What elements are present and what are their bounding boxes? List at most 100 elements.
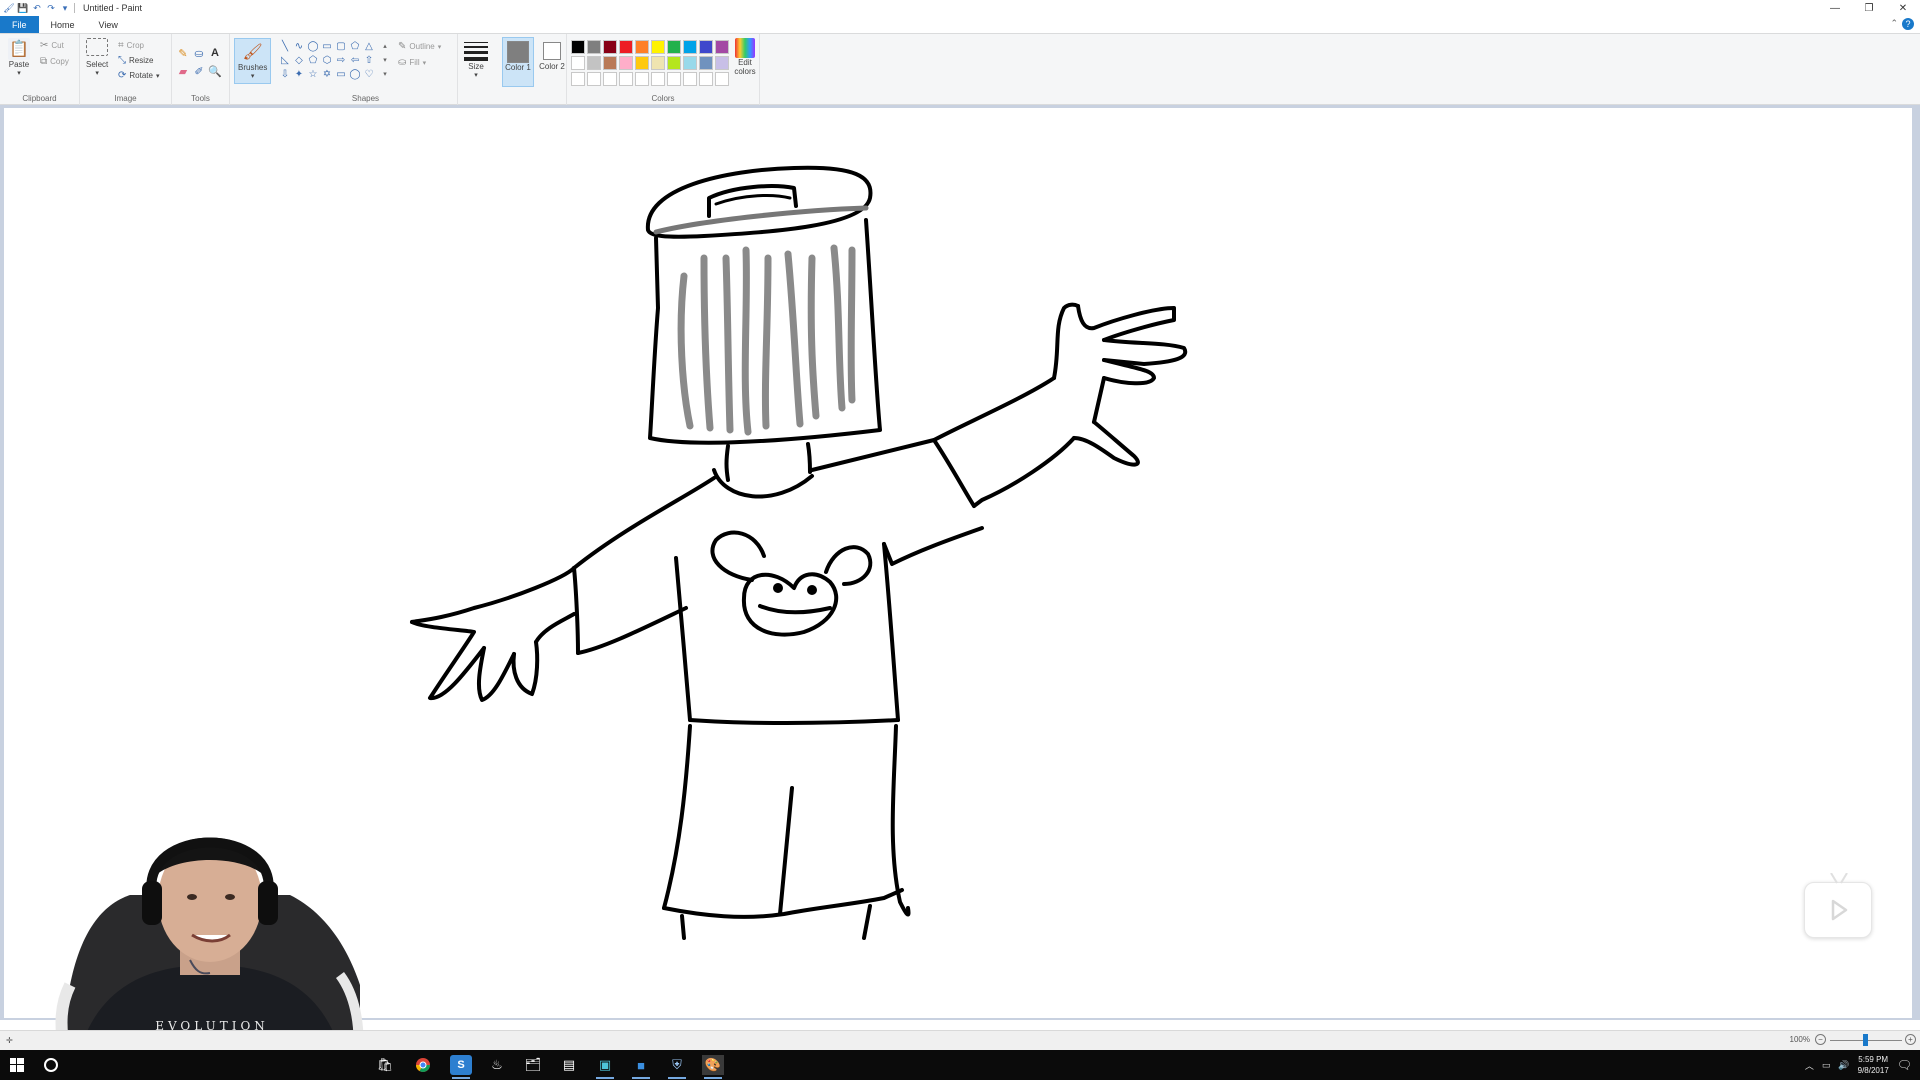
fill-button[interactable]: ⛀ Fill ▾ [398,57,426,68]
line-shape-icon[interactable]: ╲ [278,40,292,52]
curve-shape-icon[interactable]: ∿ [292,40,306,52]
undo-icon[interactable]: ↶ [32,3,42,13]
custom-color-slot[interactable] [683,72,697,86]
custom-color-slot[interactable] [667,72,681,86]
palette-swatch[interactable] [587,56,601,70]
fill-bucket-icon[interactable]: ⛀ [192,46,206,60]
custom-color-slot[interactable] [699,72,713,86]
up-arrow-shape-icon[interactable]: ⇧ [362,54,376,66]
custom-color-slot[interactable] [571,72,585,86]
copy-button[interactable]: ⧉ Copy [40,56,69,67]
palette-swatch[interactable] [603,56,617,70]
minimize-ribbon-icon[interactable]: ⌃ [1890,18,1898,29]
zoom-in-button[interactable]: + [1905,1034,1916,1045]
paste-button[interactable]: 📋 Paste ▾ [8,38,30,77]
rounded-rectangle-shape-icon[interactable]: ▢ [334,40,348,52]
custom-color-slot[interactable] [715,72,729,86]
help-icon[interactable]: ? [1902,18,1914,30]
brushes-button[interactable]: 🖌 Brushes ▾ [234,38,272,84]
save-icon[interactable]: 💾 [17,3,28,13]
magnifier-icon[interactable]: 🔍 [208,64,222,78]
polygon-shape-icon[interactable]: ⬠ [348,40,362,52]
six-point-star-shape-icon[interactable]: ✡ [320,68,334,80]
crop-button[interactable]: ⌗ Crop [118,40,144,51]
color2-button[interactable]: Color 2 [536,37,568,87]
steam-app-icon[interactable]: ♨ [486,1055,508,1075]
custom-color-slot[interactable] [651,72,665,86]
shapes-scroll-down-icon[interactable]: ▾ [378,54,392,66]
skype-app-icon[interactable]: S [450,1055,472,1079]
close-button[interactable]: ✕ [1886,0,1920,16]
five-point-star-shape-icon[interactable]: ☆ [306,68,320,80]
oval-shape-icon[interactable]: ◯ [306,40,320,52]
palette-swatch[interactable] [603,40,617,54]
action-center-icon[interactable]: 🗨 [1897,1058,1912,1072]
color1-button[interactable]: Color 1 [502,37,534,87]
palette-swatch[interactable] [683,56,697,70]
blue-app-icon[interactable]: ■ [630,1055,652,1079]
edit-colors-button[interactable]: Edit colors [731,38,759,76]
shapes-expand-icon[interactable]: ▾ [378,68,392,80]
palette-swatch[interactable] [619,56,633,70]
pentagon-shape-icon[interactable]: ⬠ [306,54,320,66]
tab-file[interactable]: File [0,16,39,33]
custom-color-slot[interactable] [635,72,649,86]
palette-swatch[interactable] [635,40,649,54]
down-arrow-shape-icon[interactable]: ⇩ [278,68,292,80]
text-tool-icon[interactable]: A [208,46,222,60]
start-button[interactable] [6,1055,28,1075]
app-window-icon[interactable]: ▤ [558,1055,580,1075]
resize-button[interactable]: ⤡ Resize [118,55,153,66]
palette-swatch[interactable] [699,56,713,70]
hexagon-shape-icon[interactable]: ⬡ [320,54,334,66]
custom-color-slot[interactable] [603,72,617,86]
zoom-slider-thumb[interactable] [1863,1034,1868,1046]
rectangle-shape-icon[interactable]: ▭ [320,40,334,52]
cut-button[interactable]: ✂ Cut [40,40,64,51]
show-hidden-icons-icon[interactable]: ︿ [1805,1059,1814,1072]
custom-color-slot[interactable] [587,72,601,86]
palette-swatch[interactable] [699,40,713,54]
callout-rect-shape-icon[interactable]: ▭ [334,68,348,80]
volume-icon[interactable]: 🔊 [1838,1060,1849,1071]
custom-color-slot[interactable] [619,72,633,86]
zoom-out-button[interactable]: − [1815,1034,1826,1045]
minimize-button[interactable]: — [1818,0,1852,16]
eraser-icon[interactable]: ▰ [176,64,190,78]
right-arrow-shape-icon[interactable]: ⇨ [334,54,348,66]
palette-swatch[interactable] [715,56,729,70]
palette-swatch[interactable] [651,56,665,70]
heart-shape-icon[interactable]: ♡ [362,68,376,80]
chrome-app-icon[interactable] [412,1055,434,1075]
four-point-star-shape-icon[interactable]: ✦ [292,68,306,80]
palette-swatch[interactable] [667,56,681,70]
pencil-icon[interactable]: ✎ [176,46,190,60]
palette-swatch[interactable] [683,40,697,54]
color-picker-icon[interactable]: ✐ [192,64,206,78]
customize-qa-icon[interactable]: ▾ [60,3,70,13]
tab-view[interactable]: View [87,16,130,33]
diamond-shape-icon[interactable]: ◇ [292,54,306,66]
monitor-app-icon[interactable]: ▣ [594,1055,616,1079]
file-explorer-app-icon[interactable]: 🗂 [522,1055,544,1075]
clock[interactable]: 5:59 PM 9/8/2017 [1858,1054,1889,1076]
shapes-scroll-up-icon[interactable]: ▴ [378,40,392,52]
store-app-icon[interactable]: 🛍 [374,1055,396,1075]
network-icon[interactable]: ▭ [1822,1060,1831,1071]
callout-oval-shape-icon[interactable]: ◯ [348,68,362,80]
maximize-button[interactable]: ❐ [1852,0,1886,16]
size-button[interactable]: Size ▾ [464,40,488,79]
paint-taskbar-icon[interactable]: 🎨 [702,1055,724,1079]
left-arrow-shape-icon[interactable]: ⇦ [348,54,362,66]
outline-button[interactable]: ✎ Outline ▾ [398,41,441,52]
right-triangle-shape-icon[interactable]: ◺ [278,54,292,66]
palette-swatch[interactable] [619,40,633,54]
palette-swatch[interactable] [715,40,729,54]
palette-swatch[interactable] [571,56,585,70]
play-overlay-button[interactable] [1804,873,1872,938]
select-button[interactable]: Select ▾ [86,38,108,77]
rotate-button[interactable]: ⟳ Rotate ▾ [118,70,159,81]
shield-app-icon[interactable]: ⛨ [666,1055,688,1079]
palette-swatch[interactable] [635,56,649,70]
palette-swatch[interactable] [651,40,665,54]
